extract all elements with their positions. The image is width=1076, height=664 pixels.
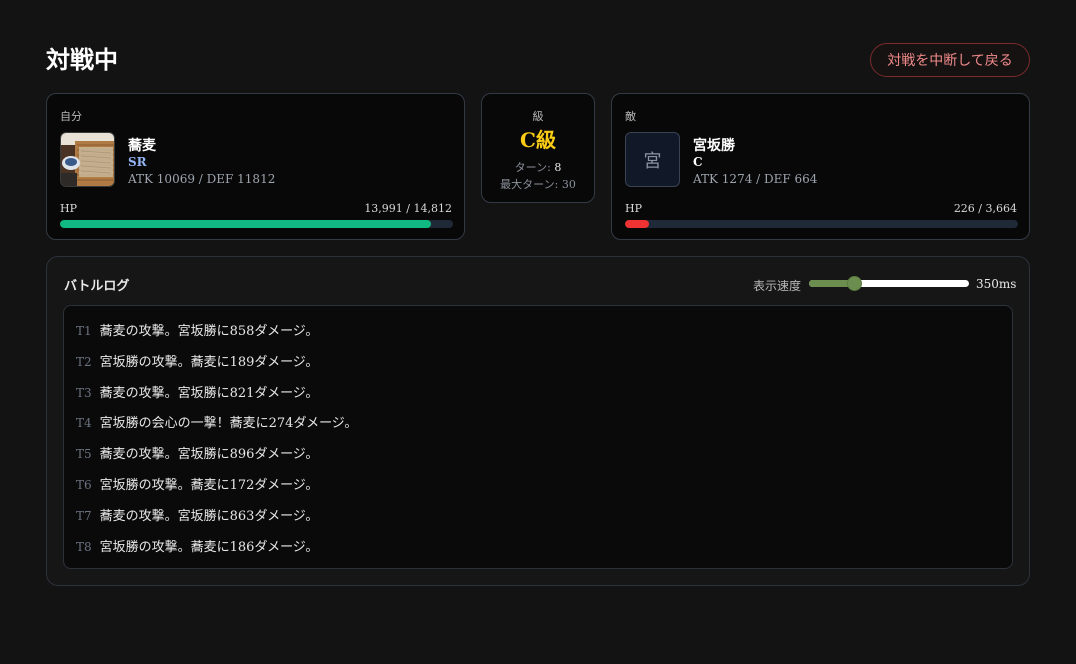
enemy-hp-label: HP	[625, 202, 642, 215]
log-text: 蕎麦の攻撃。宮坂勝に821ダメージ。	[99, 385, 319, 401]
battle-log-panel: バトルログ 表示速度 350ms T1 蕎麦の攻撃。宮坂勝に858ダメージ。 T2…	[46, 256, 1030, 586]
log-entry: T2 宮坂勝の攻撃。蕎麦に189ダメージ。	[64, 351, 1012, 382]
enemy-section-label: 敵	[625, 110, 636, 123]
log-turn: T7	[76, 508, 92, 523]
turn-label: ターン:	[514, 161, 551, 174]
player-stats: ATK 10069 / DEF 11812	[128, 172, 276, 186]
enemy-card: 敵 宮 宮坂勝 C ATK 1274 / DEF 664 HP 226 / 3,…	[611, 93, 1030, 240]
log-text: 宮坂勝の攻撃。蕎麦に186ダメージ。	[99, 539, 319, 555]
log-text: 宮坂勝の会心の一撃！蕎麦に274ダメージ。	[99, 416, 358, 432]
player-name: 蕎麦	[128, 138, 156, 154]
battle-log-list[interactable]: T1 蕎麦の攻撃。宮坂勝に858ダメージ。 T2 宮坂勝の攻撃。蕎麦に189ダメージ…	[63, 305, 1013, 569]
rank-title: 級	[532, 110, 544, 123]
log-text: 宮坂勝の攻撃。蕎麦に189ダメージ。	[99, 354, 319, 370]
log-entry: T6 宮坂勝の攻撃。蕎麦に172ダメージ。	[64, 474, 1012, 505]
max-turn-value: 30	[561, 178, 576, 191]
enemy-hp-fill	[625, 220, 650, 228]
speed-slider-thumb[interactable]	[846, 276, 862, 291]
log-entry: T1 蕎麦の攻撃。宮坂勝に858ダメージ。	[64, 320, 1012, 351]
speed-label: 表示速度	[753, 279, 802, 293]
abort-battle-button[interactable]: 対戦を中断して戻る	[870, 43, 1030, 77]
log-entry: T8 宮坂勝の攻撃。蕎麦に186ダメージ。	[64, 536, 1012, 567]
player-card: 自分 蕎麦 SR ATK 10069 / DEF 11812 HP 13,991…	[46, 93, 465, 240]
speed-value: 350ms	[976, 277, 1017, 291]
log-entry: T4 宮坂勝の会心の一撃！蕎麦に274ダメージ。	[64, 412, 1012, 443]
log-turn: T2	[76, 354, 92, 369]
log-text: 蕎麦の攻撃。宮坂勝に858ダメージ。	[99, 324, 319, 339]
log-turn: T3	[76, 385, 92, 400]
log-turn: T8	[76, 539, 92, 554]
turn-counter: ターン: 8	[482, 159, 594, 175]
battle-page: 対戦中 対戦を中断して戻る 自分 蕎麦 SR ATK 10069 / DEF 1…	[0, 0, 1076, 664]
soba-image-icon	[61, 133, 114, 186]
speed-slider[interactable]	[809, 276, 969, 292]
rank-value: C級	[520, 128, 556, 152]
log-turn: T4	[76, 416, 92, 431]
player-section-label: 自分	[60, 110, 82, 123]
enemy-hp-bar	[625, 220, 1018, 228]
rank-card: 級 C級 ターン: 8 最大ターン: 30	[481, 93, 595, 203]
log-turn: T6	[76, 477, 92, 492]
enemy-portrait: 宮	[625, 132, 680, 187]
player-hp-bar	[60, 220, 453, 228]
enemy-hp-value: 226 / 3,664	[953, 202, 1017, 215]
turn-value: 8	[554, 161, 562, 174]
player-rarity: SR	[128, 155, 147, 169]
log-entry: T7 蕎麦の攻撃。宮坂勝に863ダメージ。	[64, 505, 1012, 536]
player-portrait	[60, 132, 115, 187]
max-turn-label: 最大ターン:	[500, 178, 559, 191]
enemy-rarity: C	[693, 155, 703, 169]
log-entry: T5 蕎麦の攻撃。宮坂勝に896ダメージ。	[64, 443, 1012, 474]
battle-log-title: バトルログ	[64, 279, 130, 294]
enemy-portrait-glyph: 宮	[643, 150, 662, 172]
player-hp-fill	[60, 220, 432, 228]
player-hp-value: 13,991 / 14,812	[364, 202, 452, 215]
enemy-name: 宮坂勝	[693, 138, 735, 154]
enemy-stats: ATK 1274 / DEF 664	[693, 172, 818, 186]
log-text: 蕎麦の攻撃。宮坂勝に863ダメージ。	[99, 508, 319, 524]
log-turn: T1	[76, 324, 92, 338]
player-hp-label: HP	[60, 202, 77, 215]
log-entry: T3 蕎麦の攻撃。宮坂勝に821ダメージ。	[64, 382, 1012, 413]
log-text: 蕎麦の攻撃。宮坂勝に896ダメージ。	[99, 447, 319, 463]
max-turn-counter: 最大ターン: 30	[482, 176, 594, 192]
log-turn: T5	[76, 447, 92, 462]
log-text: 宮坂勝の攻撃。蕎麦に172ダメージ。	[99, 477, 319, 493]
page-title: 対戦中	[46, 45, 118, 74]
